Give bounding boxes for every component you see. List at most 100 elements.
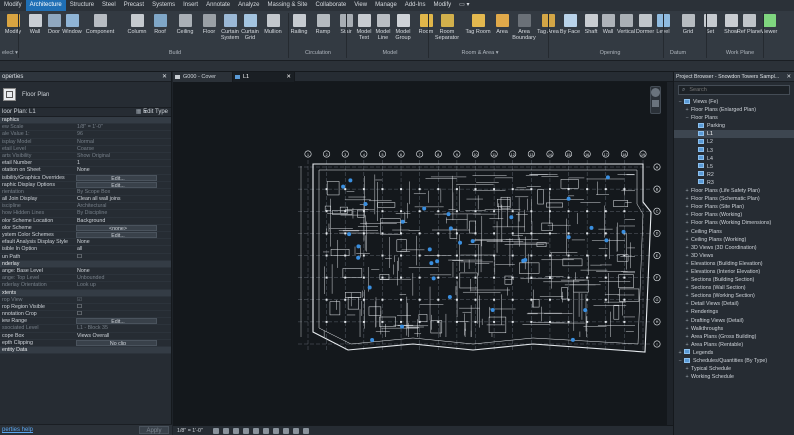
ribbon-tab-analyze[interactable]: Analyze — [234, 0, 263, 11]
ribbon-tab-steel[interactable]: Steel — [98, 0, 120, 11]
show-crop-icon[interactable] — [263, 428, 269, 434]
ribbon-tab-structure[interactable]: Structure — [66, 0, 98, 11]
browser-item-area-plans-gross-building[interactable]: + Area Plans (Gross Building) — [674, 333, 794, 341]
browser-item-l2[interactable]: L2 — [674, 138, 794, 146]
browser-item-ceiling-plans-working[interactable]: + Ceiling Plans (Working) — [674, 236, 794, 244]
browser-item-renderings[interactable]: + Renderings — [674, 308, 794, 316]
temporary-hide-icon[interactable] — [273, 428, 279, 434]
browser-item-floor-plans-schematic-plan[interactable]: + Floor Plans (Schematic Plan) — [674, 195, 794, 203]
browser-item-3d-views[interactable]: +3D Views — [674, 252, 794, 260]
property-row[interactable]: nderlay Orientation Look up — [0, 282, 171, 290]
expand-icon[interactable]: + — [683, 284, 691, 292]
browser-item-l5[interactable]: L5 — [674, 163, 794, 171]
property-row[interactable]: ssociated Level L1 - Block 35 — [0, 325, 171, 333]
apply-button[interactable]: Apply — [139, 426, 169, 434]
browser-item-floor-plans-life-safety-plan[interactable]: + Floor Plans (Life Safety Plan) — [674, 187, 794, 195]
expand-icon[interactable]: + — [683, 219, 691, 227]
property-section-header[interactable]: nderlay — [0, 260, 171, 268]
property-edit-button[interactable]: Edit... — [76, 181, 157, 188]
property-row[interactable]: rop Region Visible ☐ — [0, 304, 171, 312]
search-input[interactable] — [689, 87, 780, 93]
ribbon-tab-manage[interactable]: Manage — [371, 0, 401, 11]
browser-item-floor-plans-enlarged-plan[interactable]: + Floor Plans (Enlarged Plan) — [674, 106, 794, 114]
browser-item-typical-schedule[interactable]: + Typical Schedule — [674, 365, 794, 373]
crop-view-icon[interactable] — [253, 428, 259, 434]
close-icon[interactable]: ✕ — [286, 72, 291, 82]
expand-icon[interactable]: + — [683, 106, 691, 114]
property-section-header[interactable]: entity Data — [0, 347, 171, 355]
browser-item-parking[interactable]: Parking — [674, 122, 794, 130]
browser-item-3d-views-3d-coordination[interactable]: +3D Views (3D Coordination) — [674, 244, 794, 252]
property-row[interactable]: raphic Display Options Edit... — [0, 181, 171, 189]
property-row[interactable]: otation on Sheet None — [0, 167, 171, 175]
browser-item-floor-plans-site-plan[interactable]: + Floor Plans (Site Plan) — [674, 203, 794, 211]
expand-icon[interactable]: + — [683, 365, 691, 373]
browser-item-sections-building-section[interactable]: + Sections (Building Section) — [674, 276, 794, 284]
property-row[interactable]: iew Range Edit... — [0, 318, 171, 326]
property-row[interactable]: etail Number 1 — [0, 160, 171, 168]
property-row[interactable]: isibility/Graphics Overrides Edit... — [0, 174, 171, 182]
property-edit-button[interactable]: Edit... — [76, 174, 157, 181]
property-row[interactable]: un Path ☐ — [0, 254, 171, 261]
property-row[interactable]: cope Box Views Overall — [0, 333, 171, 340]
ribbon-tab-systems[interactable]: Systems — [148, 0, 179, 11]
browser-item-sections-working-section[interactable]: + Sections (Working Section) — [674, 292, 794, 300]
property-edit-button[interactable]: Edit... — [76, 232, 157, 239]
ribbon-tab-architecture[interactable]: Architecture — [25, 0, 66, 11]
browser-item-sections-wall-section[interactable]: + Sections (Wall Section) — [674, 284, 794, 292]
collapse-icon[interactable]: − — [676, 357, 684, 365]
expand-icon[interactable]: + — [683, 276, 691, 284]
property-row[interactable]: olor Scheme <none> — [0, 224, 171, 232]
property-row[interactable]: isible In Option all — [0, 246, 171, 254]
collapse-icon[interactable]: − — [676, 98, 684, 106]
area-boundary-button[interactable]: Area Boundary — [511, 13, 537, 47]
room-separator-button[interactable]: Room Separator — [434, 13, 460, 47]
ceiling-button[interactable]: Ceiling — [172, 13, 198, 47]
browser-item-r2[interactable]: R2 — [674, 171, 794, 179]
ribbon-group-elect[interactable]: elect ▾ — [0, 50, 20, 56]
property-row[interactable]: ange: Base Level None — [0, 268, 171, 276]
expand-icon[interactable]: + — [683, 203, 691, 211]
ribbon-tab-annotate[interactable]: Annotate — [202, 0, 234, 11]
browser-item-views-fe[interactable]: − Views (Fe) — [674, 98, 794, 106]
ribbon-tab-view[interactable]: View — [350, 0, 371, 11]
property-row[interactable]: ystem Color Schemes Edit... — [0, 232, 171, 240]
property-edit-button[interactable]: Edit... — [76, 318, 157, 325]
shadows-icon[interactable] — [243, 428, 249, 434]
ribbon-tab-precast[interactable]: Precast — [120, 0, 148, 11]
ribbon-tab-modify[interactable]: Modify — [429, 0, 455, 11]
railing-button[interactable]: Railing — [286, 13, 312, 47]
ribbon-tab-insert[interactable]: Insert — [179, 0, 202, 11]
property-row[interactable]: epth Clipping No clip — [0, 339, 171, 347]
property-row[interactable]: how Hidden Lines By Discipline — [0, 210, 171, 218]
property-section-header[interactable]: raphics — [0, 117, 171, 125]
visual-style-icon[interactable] — [223, 428, 229, 434]
expand-icon[interactable]: + — [683, 228, 691, 236]
property-row[interactable]: etail Level Coarse — [0, 146, 171, 153]
browser-item-ceiling-plans[interactable]: + Ceiling Plans — [674, 228, 794, 236]
instance-selector[interactable]: loor Plan: L1 ▾ ▦ Edit Type — [0, 108, 171, 117]
property-row[interactable]: all Join Display Clean all wall joins — [0, 196, 171, 204]
browser-item-l4[interactable]: L4 — [674, 155, 794, 163]
browser-item-schedules-quantities-by-type[interactable]: − Schedules/Quantities (By Type) — [674, 357, 794, 365]
expand-icon[interactable]: + — [683, 300, 691, 308]
ribbon-tab-add-ins[interactable]: Add-Ins — [401, 0, 430, 11]
worksharing-icon[interactable] — [293, 428, 299, 434]
browser-item-elevations-interior-elevation[interactable]: + Elevations (Interior Elevation) — [674, 268, 794, 276]
viewer-button[interactable]: Viewer — [756, 13, 782, 47]
ribbon-group-datum[interactable]: Datum — [648, 50, 708, 56]
property-row[interactable]: ew Scale 1/8" = 1'-0" — [0, 124, 171, 132]
sun-path-icon[interactable] — [233, 428, 239, 434]
expand-icon[interactable]: + — [683, 260, 691, 268]
design-options-icon[interactable] — [303, 428, 309, 434]
property-row[interactable]: ange: Top Level Unbounded — [0, 275, 171, 283]
mullion-button[interactable]: Mullion — [260, 13, 286, 47]
property-edit-button[interactable]: <none> — [76, 224, 157, 231]
steering-wheel-icon[interactable] — [651, 88, 660, 97]
property-row[interactable]: olor Scheme Location Background — [0, 218, 171, 225]
browser-item-area-plans-rentable[interactable]: + Area Plans (Rentable) — [674, 341, 794, 349]
ribbon-group-circulation[interactable]: Circulation — [288, 50, 348, 56]
expand-icon[interactable]: + — [683, 244, 691, 252]
tab-l1[interactable]: L1 ✕ — [233, 72, 295, 82]
close-icon[interactable]: ✕ — [787, 72, 791, 82]
